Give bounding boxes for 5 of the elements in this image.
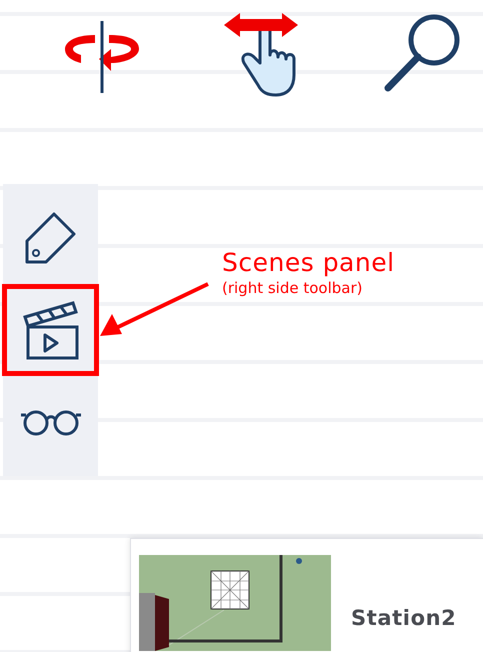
scene-card[interactable]: Station2 xyxy=(130,538,483,652)
clapperboard-icon[interactable] xyxy=(2,284,99,376)
annotation-title: Scenes panel xyxy=(222,248,395,278)
scene-name: Station2 xyxy=(351,605,456,632)
annotation-subtitle: (right side toolbar) xyxy=(222,278,364,298)
